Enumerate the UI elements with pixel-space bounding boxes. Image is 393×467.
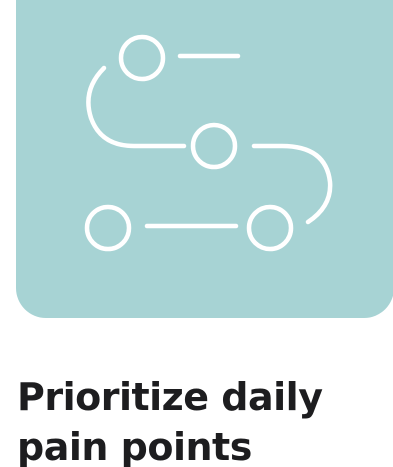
feature-page: Prioritize daily pain points bbox=[0, 0, 393, 467]
journey-path-icon bbox=[16, 0, 393, 318]
card-background bbox=[16, 0, 393, 318]
headline: Prioritize daily pain points bbox=[17, 375, 323, 467]
illustration-card bbox=[16, 0, 393, 318]
